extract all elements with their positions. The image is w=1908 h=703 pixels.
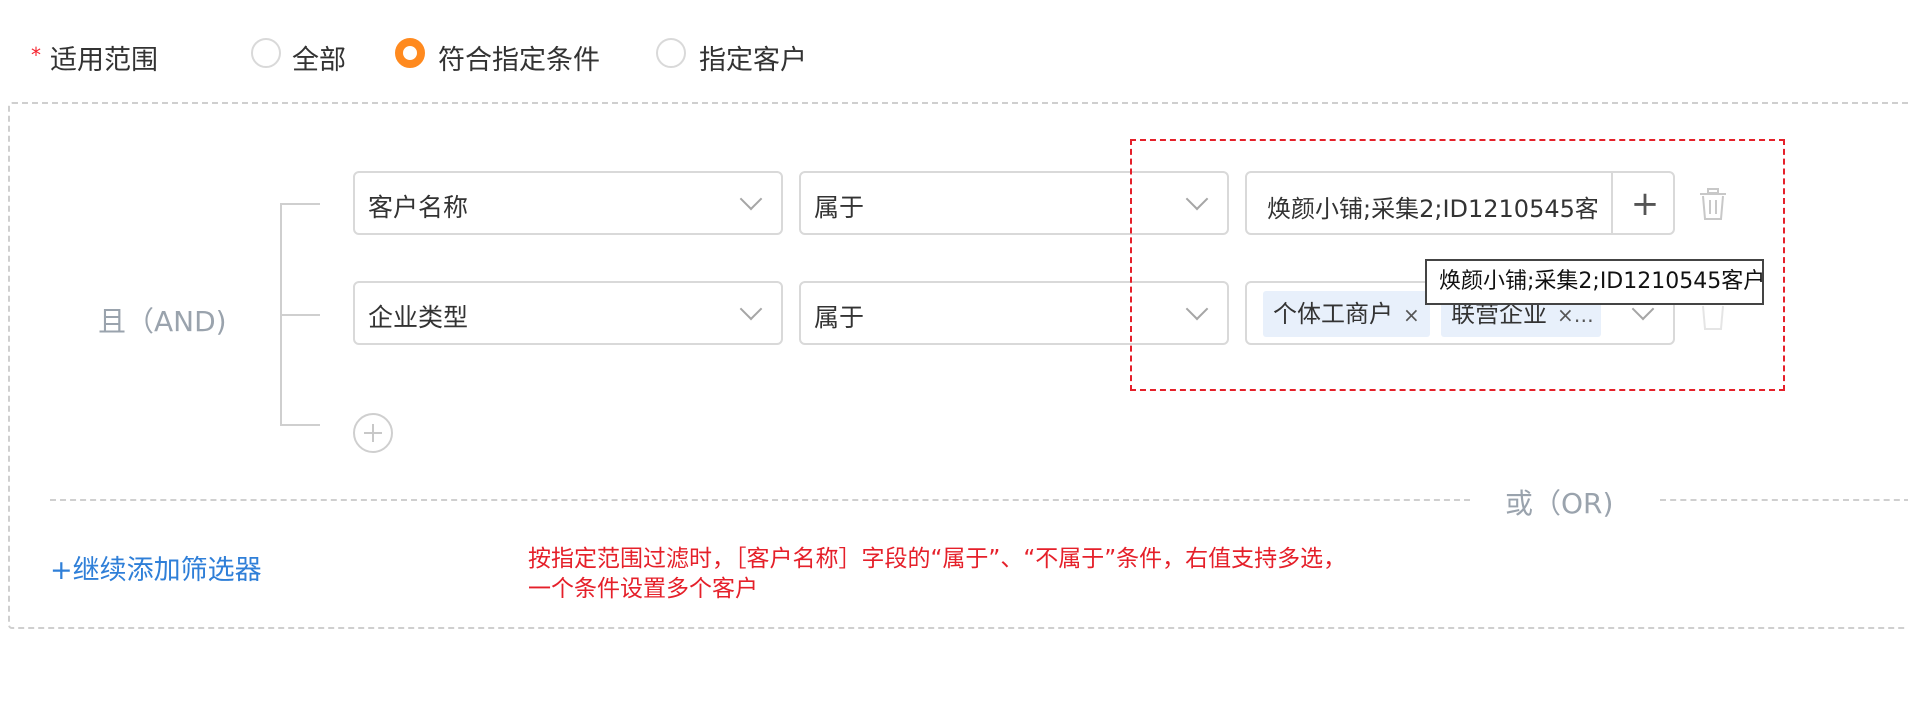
radio-specified-customer-label[interactable]: 指定客户 xyxy=(699,38,807,77)
and-bracket-top xyxy=(280,203,320,205)
note-line-2: 一个条件设置多个客户 xyxy=(528,576,758,602)
row1-operator-value: 属于 xyxy=(814,193,865,222)
radio-all-label[interactable]: 全部 xyxy=(292,38,346,77)
annotation-highlight-box xyxy=(1130,139,1785,391)
or-divider-left xyxy=(50,499,1470,501)
chevron-down-icon xyxy=(739,187,763,211)
note-line-1: 按指定范围过滤时，［客户名称］字段的“属于”、“不属于”条件，右值支持多选， xyxy=(528,546,1347,572)
radio-match-conditions[interactable] xyxy=(395,38,425,68)
and-bracket-mid xyxy=(280,314,320,316)
row2-operator-value: 属于 xyxy=(814,303,865,332)
radio-specified-customer[interactable] xyxy=(656,38,686,68)
required-mark: * xyxy=(31,43,41,67)
and-bracket-bottom xyxy=(280,424,320,426)
or-logic-label: 或（OR) xyxy=(1505,487,1614,520)
row2-field-value: 企业类型 xyxy=(368,303,469,332)
annotation-note: 按指定范围过滤时，［客户名称］字段的“属于”、“不属于”条件，右值支持多选， 一… xyxy=(528,544,1488,604)
or-divider-right xyxy=(1660,499,1908,501)
radio-match-conditions-label[interactable]: 符合指定条件 xyxy=(438,38,600,77)
row1-field-select[interactable]: 客户名称 xyxy=(353,171,783,235)
chevron-down-icon xyxy=(739,297,763,321)
row1-field-value: 客户名称 xyxy=(368,193,469,222)
add-circle-icon[interactable] xyxy=(353,413,393,453)
and-logic-label: 且（AND) xyxy=(98,305,227,338)
row2-field-select[interactable]: 企业类型 xyxy=(353,281,783,345)
add-filter-link[interactable]: +继续添加筛选器 xyxy=(50,548,262,587)
radio-all[interactable] xyxy=(251,38,281,68)
scope-label: 适用范围 xyxy=(50,45,158,76)
